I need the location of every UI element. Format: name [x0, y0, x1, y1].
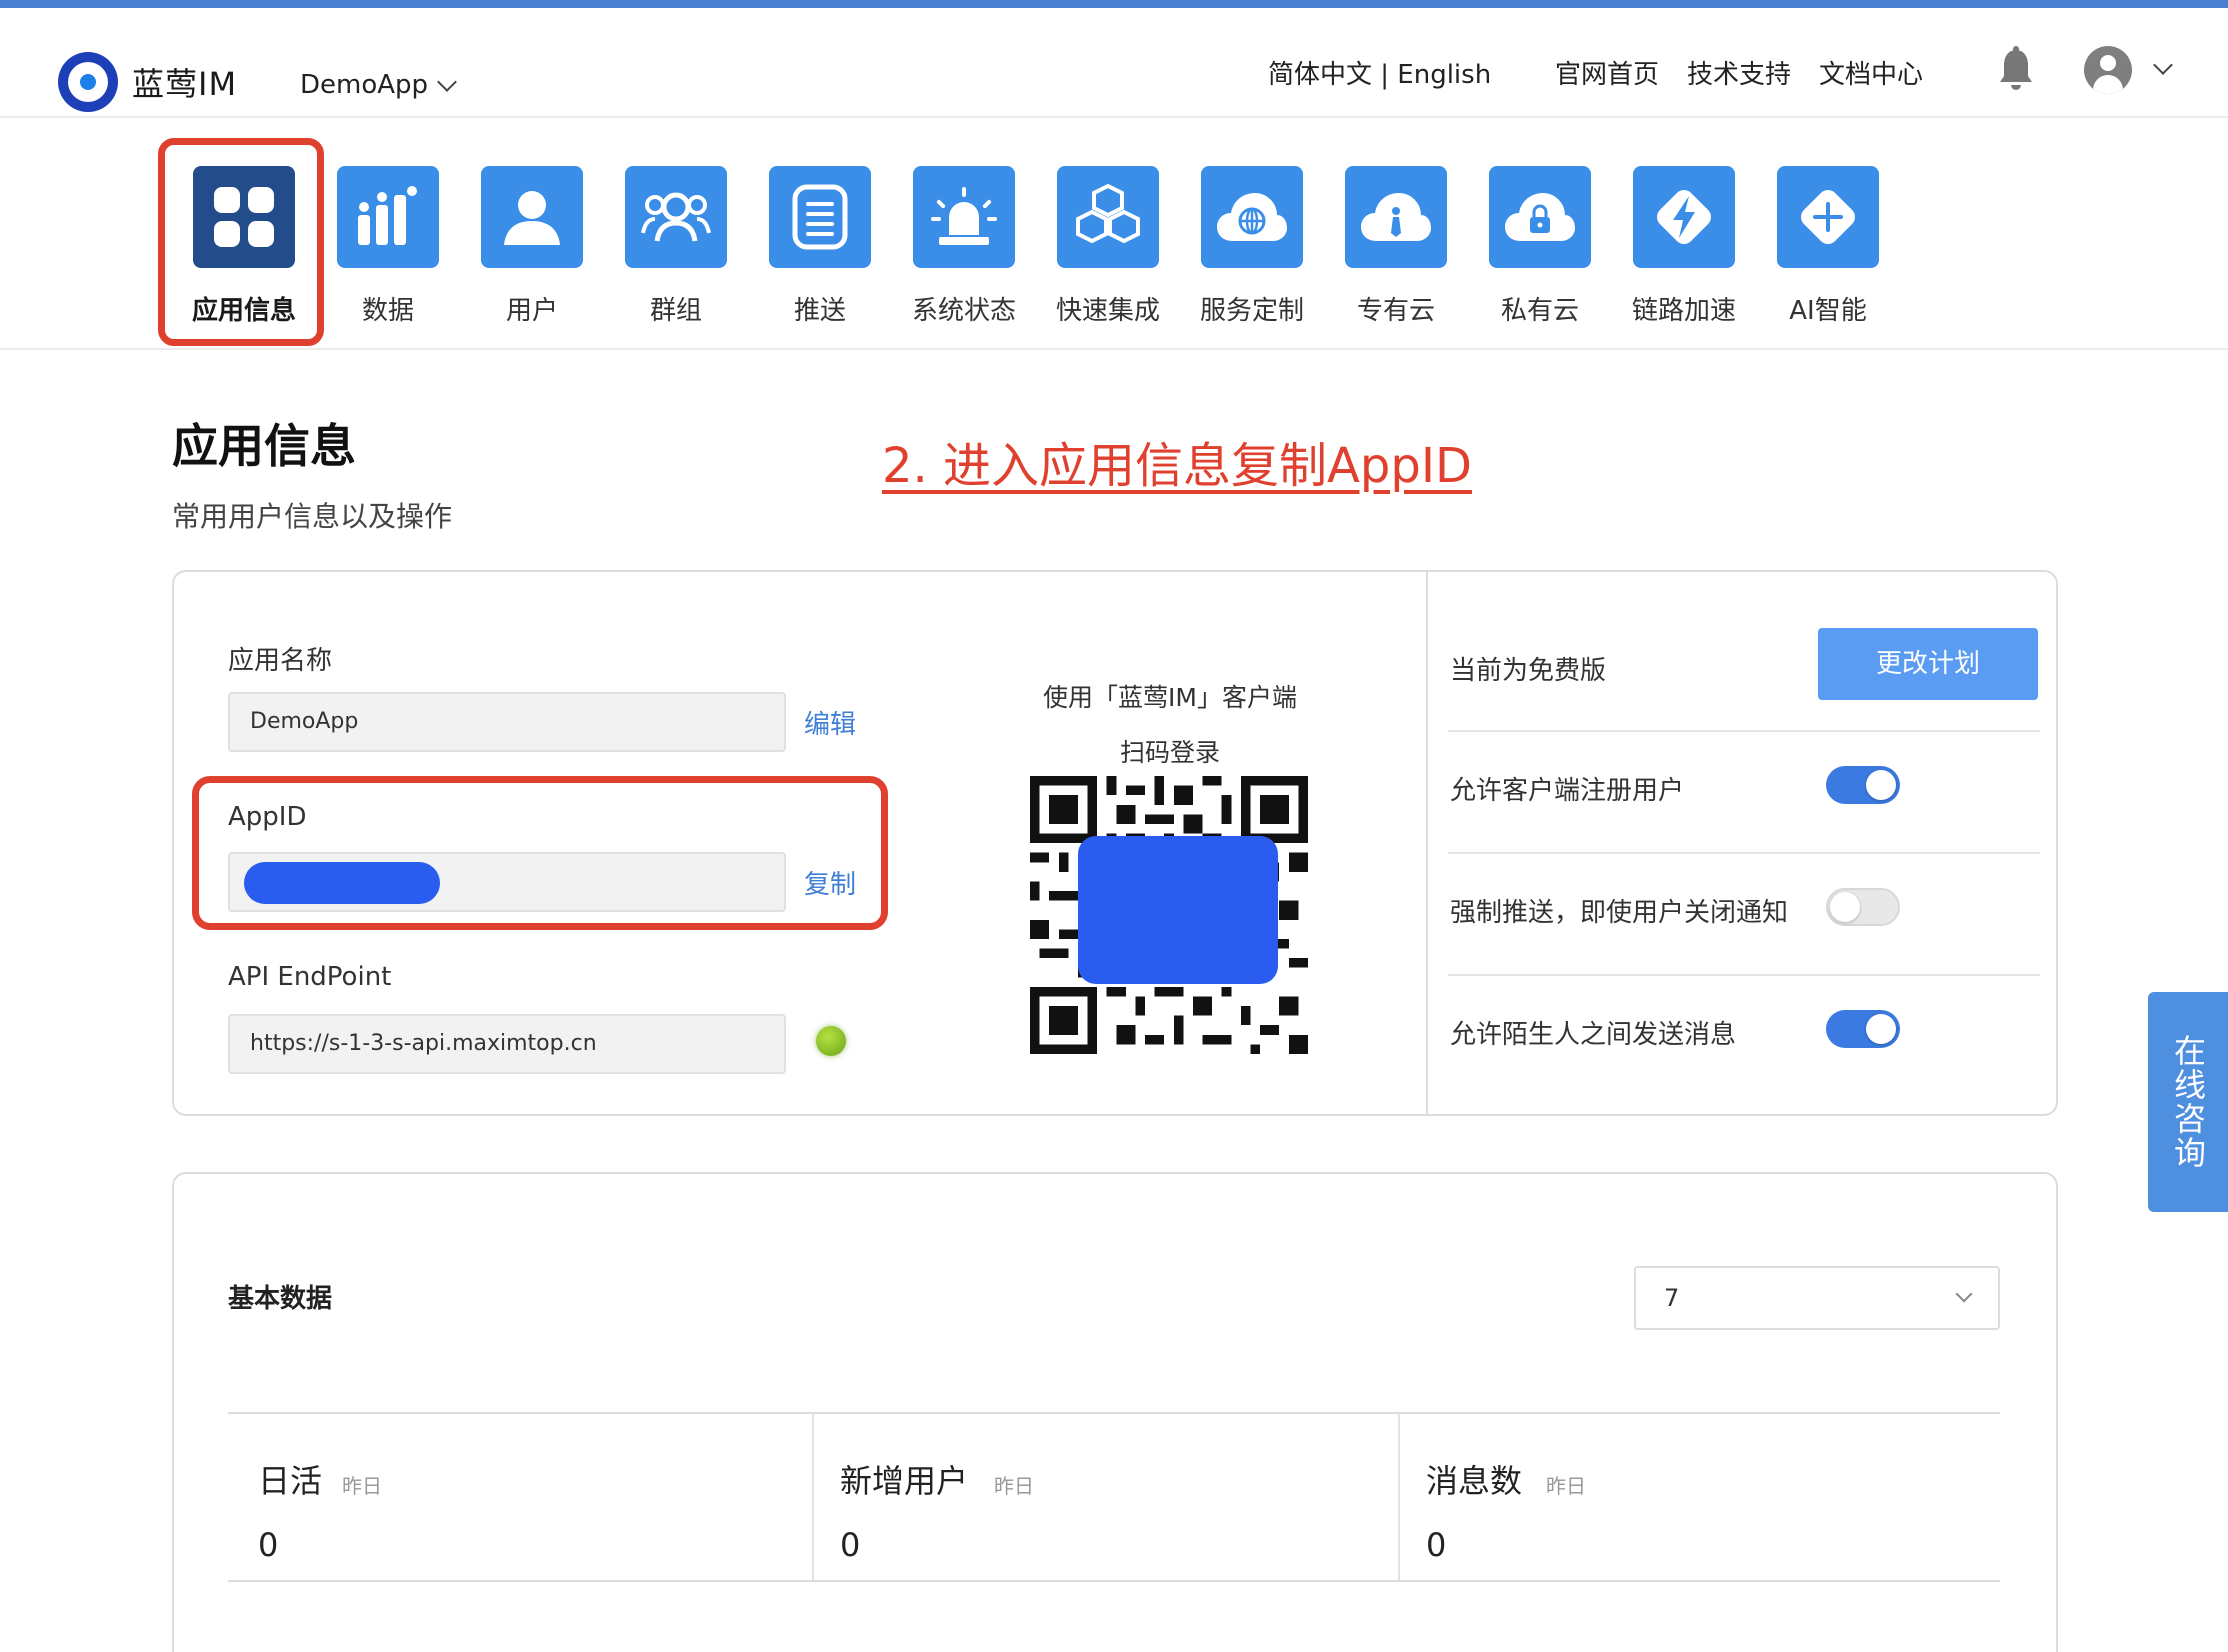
cloud-tie-icon — [1345, 166, 1447, 268]
stat-tag: 昨日 — [1546, 1474, 1586, 1498]
document-list-icon — [769, 166, 871, 268]
link-support[interactable]: 技术支持 — [1687, 54, 1791, 91]
cloud-globe-icon — [1201, 166, 1303, 268]
nav-item-push[interactable]: 推送 — [748, 166, 892, 327]
alarm-light-icon — [913, 166, 1015, 268]
logo-text: 蓝莺IM — [132, 65, 238, 103]
annotation-text: 2. 进入应用信息复制AppID — [882, 438, 1472, 494]
page-subtitle: 常用用户信息以及操作 — [172, 500, 453, 533]
nav-item-private-cloud[interactable]: 私有云 — [1468, 166, 1612, 327]
lightning-icon — [1633, 166, 1735, 268]
link-home[interactable]: 官网首页 — [1555, 54, 1659, 91]
nav-label: 系统状态 — [911, 296, 1016, 326]
stat-value-messages: 0 — [1426, 1526, 1447, 1564]
cloud-lock-icon — [1489, 166, 1591, 268]
stat-tag: 昨日 — [994, 1474, 1034, 1498]
qr-redaction — [1078, 836, 1278, 984]
row-divider — [1448, 852, 2040, 854]
chevron-down-icon — [437, 72, 457, 92]
language-switch[interactable]: 简体中文 | English — [1268, 54, 1491, 91]
bell-icon[interactable] — [1996, 46, 2036, 94]
stats-column-divider — [812, 1414, 814, 1580]
nav-item-users[interactable]: 用户 — [460, 166, 604, 327]
endpoint-field: https://s-1-3-s-api.maximtop.cn — [228, 1014, 786, 1074]
nav-label: 群组 — [649, 296, 702, 326]
nav-label: 数据 — [361, 296, 414, 326]
toggle-client-register[interactable] — [1826, 766, 1900, 804]
nav-label: 专有云 — [1356, 296, 1435, 326]
annotation-highlight-nav — [158, 138, 324, 346]
app-name-label: 应用名称 — [228, 646, 333, 676]
nav-item-ai[interactable]: AI智能 — [1756, 166, 1900, 327]
header: 蓝莺IM DemoApp 简体中文 | English 官网首页 技术支持 文档… — [0, 8, 2228, 118]
nav-item-system-status[interactable]: 系统状态 — [892, 166, 1036, 327]
stats-title: 基本数据 — [228, 1284, 333, 1314]
endpoint-label: API EndPoint — [228, 962, 392, 992]
nav-label: 服务定制 — [1199, 296, 1304, 326]
stat-value-dau: 0 — [258, 1526, 279, 1564]
stat-name-new-users: 新增用户 — [840, 1462, 969, 1500]
stat-name-messages: 消息数 — [1426, 1462, 1523, 1500]
stat-name-dau: 日活 — [258, 1462, 323, 1500]
user-icon — [481, 166, 583, 268]
nav-item-groups[interactable]: 群组 — [604, 166, 748, 327]
toggle-stranger-message[interactable] — [1826, 1010, 1900, 1048]
group-icon — [625, 166, 727, 268]
chevron-down-icon[interactable] — [2153, 55, 2173, 75]
avatar[interactable] — [2084, 46, 2132, 94]
nav-item-quick-integration[interactable]: 快速集成 — [1036, 166, 1180, 327]
stat-value-new-users: 0 — [840, 1526, 861, 1564]
setting-label-stranger-message: 允许陌生人之间发送消息 — [1450, 1020, 1737, 1050]
logo[interactable]: 蓝莺IM — [58, 52, 237, 112]
range-select[interactable]: 7 — [1634, 1266, 2000, 1330]
nav-item-dedicated-cloud[interactable]: 专有云 — [1324, 166, 1468, 327]
edit-link[interactable]: 编辑 — [804, 704, 856, 741]
app-switcher-label: DemoApp — [300, 70, 429, 100]
app-name-field: DemoApp — [228, 692, 786, 752]
top-accent-bar — [0, 0, 2228, 8]
status-indicator — [816, 1026, 846, 1056]
change-plan-button[interactable]: 更改计划 — [1818, 628, 2038, 700]
page-title: 应用信息 — [172, 419, 356, 473]
nav-label: 用户 — [505, 296, 558, 326]
chevron-down-icon — [1955, 1285, 1973, 1303]
stats-divider-top — [228, 1412, 2000, 1414]
stat-tag: 昨日 — [342, 1474, 382, 1498]
stats-divider-bottom — [228, 1580, 2000, 1582]
setting-label-client-register: 允许客户端注册用户 — [1450, 776, 1685, 806]
top-links: 官网首页 技术支持 文档中心 — [1555, 54, 1923, 91]
row-divider — [1448, 974, 2040, 976]
range-select-value: 7 — [1664, 1284, 1680, 1312]
nav-item-service-custom[interactable]: 服务定制 — [1180, 166, 1324, 327]
annotation-highlight-appid — [192, 776, 888, 930]
qr-caption: 使用「蓝莺IM」客户端 — [1043, 683, 1297, 712]
plus-icon — [1777, 166, 1879, 268]
nav-label: 私有云 — [1500, 296, 1579, 326]
card-divider — [1426, 572, 1428, 1114]
nav-item-data[interactable]: 数据 — [316, 166, 460, 327]
app-switcher[interactable]: DemoApp — [300, 70, 457, 100]
nav-label: 快速集成 — [1055, 296, 1160, 326]
plan-label: 当前为免费版 — [1450, 656, 1607, 686]
stats-column-divider — [1398, 1414, 1400, 1580]
logo-icon — [58, 52, 118, 112]
nav-item-link-acceleration[interactable]: 链路加速 — [1612, 166, 1756, 327]
link-docs[interactable]: 文档中心 — [1819, 54, 1923, 91]
qr-caption-2: 扫码登录 — [1119, 738, 1220, 767]
nav-label: AI智能 — [1789, 296, 1867, 326]
bar-chart-icon — [337, 166, 439, 268]
toggle-force-push[interactable] — [1826, 888, 1900, 926]
cubes-icon — [1057, 166, 1159, 268]
nav-label: 推送 — [793, 296, 846, 326]
row-divider — [1448, 730, 2040, 732]
setting-label-force-push: 强制推送，即使用户关闭通知 — [1450, 898, 1789, 928]
nav-label: 链路加速 — [1631, 296, 1736, 326]
online-consult-button[interactable]: 在线咨询 — [2148, 992, 2228, 1212]
